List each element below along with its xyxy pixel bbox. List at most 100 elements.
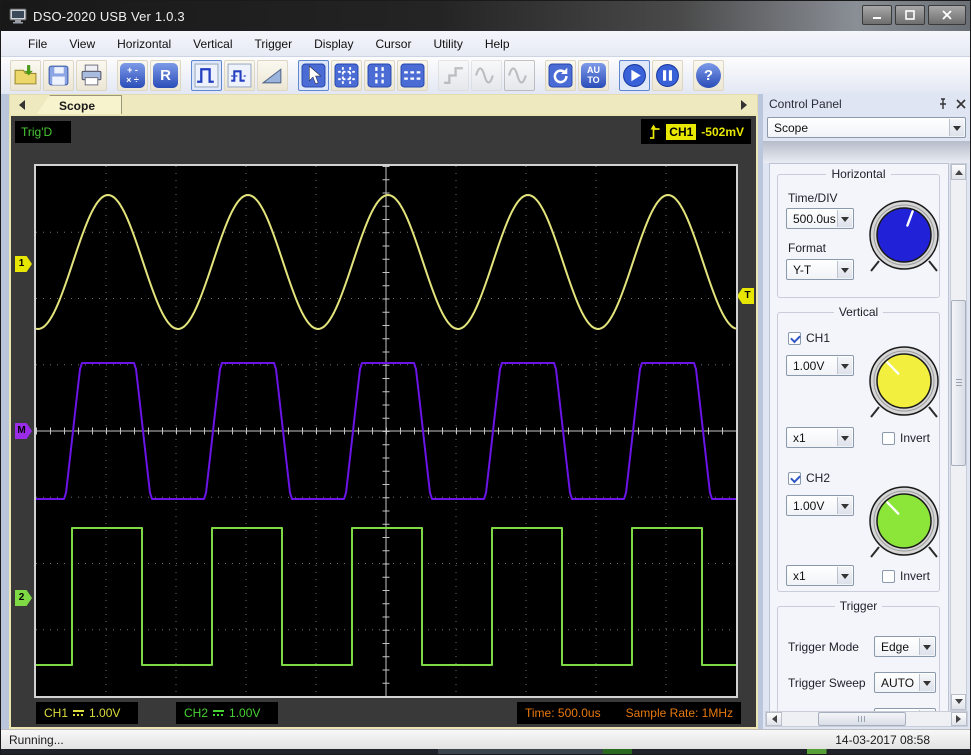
vertical-group: Vertical CH1 1.00V x1 Invert CH2 1.00V x… [777, 305, 940, 592]
ch1-enable-row[interactable]: CH1 [788, 331, 830, 345]
panel-content: Horizontal Time/DIV 500.0us Format Y-T V… [769, 163, 949, 715]
menu-item-utility[interactable]: Utility [422, 33, 473, 55]
chevron-down-icon [949, 119, 964, 136]
menu-item-view[interactable]: View [58, 33, 106, 55]
ch2-invert-row[interactable]: Invert [882, 569, 930, 583]
close-panel-icon[interactable] [956, 99, 966, 109]
vcursors-icon [367, 63, 392, 88]
horizontal-knob[interactable] [862, 195, 946, 279]
open-icon [14, 65, 37, 85]
panel-mode-select[interactable]: Scope [767, 117, 966, 138]
tab-scroll-left-icon[interactable] [12, 98, 26, 112]
ch2-checkbox[interactable] [788, 471, 801, 485]
ch1-invert-checkbox[interactable] [882, 431, 895, 445]
pin-icon[interactable] [938, 98, 948, 110]
tab-scroll-right-icon[interactable] [739, 98, 753, 112]
channel-status-row: CH1 1.00V CH2 1.00V Time: 500.0us Sample… [11, 702, 756, 724]
app-icon [9, 8, 27, 24]
grid-button[interactable] [331, 60, 362, 91]
ch2-invert-checkbox[interactable] [882, 569, 895, 583]
horizontal-cursors-button[interactable] [397, 60, 428, 91]
ch2-position-marker[interactable]: 2 [15, 590, 32, 606]
scroll-down-icon[interactable] [951, 694, 966, 710]
menu-item-cursor[interactable]: Cursor [364, 33, 422, 55]
pass-fail-button[interactable] [224, 60, 255, 91]
pulse-button[interactable] [191, 60, 222, 91]
minimize-button[interactable] [862, 5, 892, 25]
format-value: Y-T [793, 262, 812, 277]
ch2-volts-select[interactable]: 1.00V [786, 495, 854, 516]
help-button[interactable]: ? [693, 60, 724, 91]
menu-item-trigger[interactable]: Trigger [244, 33, 304, 55]
ch2-status-badge: CH2 1.00V [176, 702, 278, 724]
horizontal-scroll-thumb[interactable] [818, 712, 906, 726]
ch2-knob[interactable] [862, 481, 946, 565]
refresh-icon [548, 63, 573, 88]
menu-item-file[interactable]: File [17, 33, 58, 55]
ramp-button[interactable] [257, 60, 288, 91]
pause-button[interactable] [652, 60, 683, 91]
chevron-down-icon [837, 567, 852, 584]
trigger-group: Trigger Trigger Mode Edge Trigger Sweep … [777, 599, 940, 714]
time-div-select[interactable]: 500.0us [786, 208, 854, 229]
pause-icon [656, 64, 679, 87]
print-icon [81, 64, 102, 86]
ch2-volts-value: 1.00V [793, 498, 825, 513]
menu-item-display[interactable]: Display [303, 33, 364, 55]
refresh-button[interactable] [545, 60, 576, 91]
step-icon [444, 67, 463, 84]
ch1-checkbox[interactable] [788, 331, 801, 345]
ch1-volts-select[interactable]: 1.00V [786, 355, 854, 376]
trigger-sweep-select[interactable]: AUTO [874, 672, 936, 693]
math-position-marker[interactable]: M [15, 423, 32, 439]
horizontal-group-title: Horizontal [826, 167, 891, 181]
trigger-info: CH1 -502mV [641, 119, 751, 144]
close-button[interactable] [928, 5, 966, 25]
open-button[interactable] [10, 60, 41, 91]
step-button [438, 60, 469, 91]
trigger-mode-select[interactable]: Edge [874, 636, 936, 657]
ch1-status-badge: CH1 1.00V [36, 702, 138, 724]
panel-horizontal-scrollbar[interactable] [765, 711, 968, 727]
trigger-mode-value: Edge [881, 639, 910, 654]
start-button[interactable] [619, 60, 650, 91]
autoset-button-icon: AU TO [581, 63, 606, 88]
sine-icon [475, 67, 494, 84]
vertical-cursors-button[interactable] [364, 60, 395, 91]
ch2-probe-select[interactable]: x1 [786, 565, 854, 586]
tab-scope[interactable]: Scope [36, 95, 123, 115]
ch2-enable-row[interactable]: CH2 [788, 471, 830, 485]
panel-vertical-scrollbar[interactable] [950, 163, 967, 711]
ch2-status-volts: 1.00V [229, 706, 261, 720]
menu-item-horizontal[interactable]: Horizontal [106, 33, 182, 55]
pointer-button[interactable] [298, 60, 329, 91]
tab-strip: Scope [9, 94, 758, 115]
menu-item-vertical[interactable]: Vertical [182, 33, 243, 55]
print-button[interactable] [76, 60, 107, 91]
vertical-group-title: Vertical [833, 305, 884, 319]
save-button[interactable] [43, 60, 74, 91]
maximize-button[interactable] [895, 5, 925, 25]
ch1-knob[interactable] [862, 341, 946, 425]
ch1-invert-row[interactable]: Invert [882, 431, 930, 445]
format-label: Format [788, 241, 827, 255]
vertical-scroll-thumb[interactable] [951, 300, 966, 466]
sample-rate-status: Sample Rate: 1MHz [625, 706, 733, 720]
reference-button[interactable]: R [150, 60, 181, 91]
scroll-right-icon[interactable] [951, 712, 967, 726]
menu-item-help[interactable]: Help [474, 33, 521, 55]
chevron-down-icon [837, 497, 852, 514]
ch1-probe-select[interactable]: x1 [786, 427, 854, 448]
scroll-left-icon[interactable] [766, 712, 782, 726]
format-select[interactable]: Y-T [786, 259, 854, 280]
grid-icon [334, 63, 359, 88]
panel-divider [763, 141, 970, 163]
ch1-position-marker[interactable]: 1 [15, 256, 32, 272]
autoset-button[interactable]: AU TO [578, 60, 609, 91]
chevron-down-icon [837, 429, 852, 446]
math-button[interactable]: + - × ÷ [117, 60, 148, 91]
time-status: Time: 500.0us [525, 706, 601, 720]
reference-button-icon: R [153, 63, 178, 88]
scroll-up-icon[interactable] [951, 164, 966, 180]
trigger-level-marker[interactable]: T [737, 288, 754, 304]
